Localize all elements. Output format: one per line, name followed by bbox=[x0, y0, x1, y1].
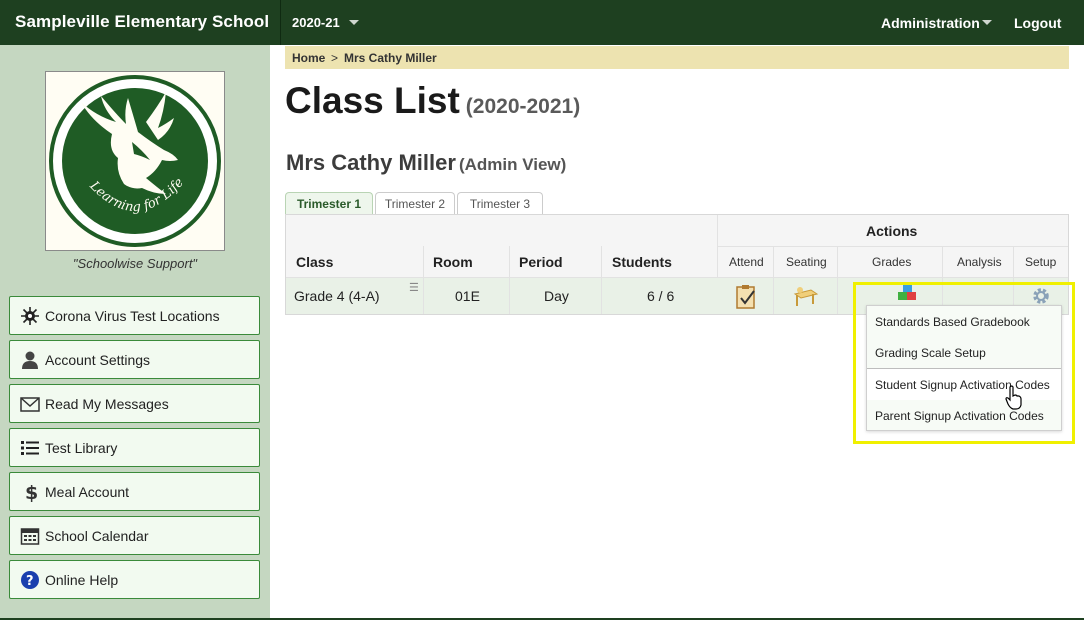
sidebar-item-label: Test Library bbox=[45, 440, 118, 456]
column-header-room[interactable]: Room bbox=[433, 254, 473, 270]
envelope-icon bbox=[20, 394, 40, 414]
virus-icon bbox=[20, 306, 40, 326]
sidebar-item-label: Read My Messages bbox=[45, 396, 169, 412]
tab-trimester-1[interactable]: Trimester 1 bbox=[285, 192, 373, 215]
sidebar-item-test-library[interactable]: Test Library bbox=[9, 428, 260, 467]
list-icon bbox=[20, 438, 40, 458]
hand-cursor-icon bbox=[1005, 385, 1023, 416]
students-value: 6 / 6 bbox=[647, 288, 675, 304]
breadcrumb-separator: > bbox=[331, 51, 339, 65]
attendance-clipboard-icon[interactable] bbox=[734, 284, 758, 315]
drag-handle-icon[interactable]: ☰ bbox=[409, 281, 419, 294]
school-year-selector[interactable]: 2020-21 bbox=[292, 15, 340, 30]
setup-dropdown-menu: Standards Based Gradebook Grading Scale … bbox=[866, 305, 1062, 431]
sidebar-item-account-settings[interactable]: Account Settings bbox=[9, 340, 260, 379]
dollar-icon: $ bbox=[20, 482, 40, 504]
divider bbox=[423, 246, 424, 314]
svg-text:$: $ bbox=[25, 482, 38, 502]
breadcrumb-current: Mrs Cathy Miller bbox=[344, 51, 437, 65]
sidebar-item-messages[interactable]: Read My Messages bbox=[9, 384, 260, 423]
period-value: Day bbox=[544, 288, 569, 304]
administration-menu[interactable]: Administration bbox=[881, 15, 980, 31]
menu-item-standards-gradebook[interactable]: Standards Based Gradebook bbox=[867, 306, 1061, 337]
eagle-logo-icon: Learning for Life bbox=[49, 75, 221, 247]
divider bbox=[773, 246, 774, 314]
column-header-grades: Grades bbox=[872, 255, 912, 269]
school-logo: Learning for Life bbox=[45, 71, 225, 251]
footer-line bbox=[0, 618, 1084, 627]
sidebar-item-meal-account[interactable]: $ Meal Account bbox=[9, 472, 260, 511]
menu-item-parent-signup-codes[interactable]: Parent Signup Activation Codes bbox=[867, 400, 1061, 431]
sidebar-item-label: School Calendar bbox=[45, 528, 149, 544]
svg-text:?: ? bbox=[26, 574, 34, 589]
breadcrumb-home[interactable]: Home bbox=[292, 51, 325, 65]
divider bbox=[286, 277, 1068, 278]
chevron-down-icon[interactable] bbox=[982, 20, 992, 25]
page-title-text: Class List bbox=[285, 80, 460, 121]
school-name[interactable]: Sampleville Elementary School bbox=[15, 12, 269, 32]
class-name[interactable]: Grade 4 (4-A) bbox=[294, 288, 380, 304]
sidebar-item-label: Corona Virus Test Locations bbox=[45, 308, 220, 324]
sidebar-item-corona-virus[interactable]: Corona Virus Test Locations bbox=[9, 296, 260, 335]
divider bbox=[717, 215, 718, 278]
divider bbox=[837, 246, 838, 314]
logout-link[interactable]: Logout bbox=[1014, 15, 1061, 31]
divider bbox=[509, 246, 510, 314]
sidebar: Learning for Life "Schoolwise Support" C… bbox=[0, 45, 270, 618]
divider bbox=[601, 246, 602, 314]
room-value: 01E bbox=[455, 288, 480, 304]
sidebar-item-online-help[interactable]: ? Online Help bbox=[9, 560, 260, 599]
user-icon bbox=[20, 350, 40, 370]
actions-header: Actions bbox=[866, 223, 918, 239]
menu-item-student-signup-codes[interactable]: Student Signup Activation Codes bbox=[867, 369, 1061, 400]
sidebar-item-label: Meal Account bbox=[45, 484, 130, 500]
top-navbar: Sampleville Elementary School 2020-21 Ad… bbox=[0, 0, 1084, 45]
calendar-icon bbox=[20, 526, 40, 546]
help-icon: ? bbox=[20, 570, 40, 590]
chevron-down-icon[interactable] bbox=[349, 20, 359, 25]
teacher-heading: Mrs Cathy Miller (Admin View) bbox=[286, 150, 566, 176]
navbar-divider bbox=[280, 0, 281, 45]
tab-trimester-2[interactable]: Trimester 2 bbox=[375, 192, 455, 215]
column-header-period[interactable]: Period bbox=[519, 254, 563, 270]
menu-item-grading-scale[interactable]: Grading Scale Setup bbox=[867, 337, 1061, 368]
column-header-students[interactable]: Students bbox=[612, 254, 672, 270]
teacher-name: Mrs Cathy Miller bbox=[286, 150, 456, 175]
column-header-analysis: Analysis bbox=[957, 255, 1002, 269]
sidebar-item-label: Online Help bbox=[45, 572, 119, 588]
sidebar-item-school-calendar[interactable]: School Calendar bbox=[9, 516, 260, 555]
sidebar-item-label: Account Settings bbox=[45, 352, 151, 368]
page-title-year: (2020-2021) bbox=[465, 95, 581, 118]
divider bbox=[717, 246, 1068, 247]
column-header-class[interactable]: Class bbox=[296, 254, 333, 270]
column-header-setup: Setup bbox=[1025, 255, 1057, 269]
page-title: Class List (2020-2021) bbox=[285, 80, 580, 122]
tab-trimester-3[interactable]: Trimester 3 bbox=[457, 192, 543, 215]
view-mode: (Admin View) bbox=[458, 155, 567, 174]
seating-desk-icon[interactable] bbox=[791, 284, 819, 315]
breadcrumb: Home > Mrs Cathy Miller bbox=[285, 46, 1069, 69]
column-header-seating: Seating bbox=[786, 255, 827, 269]
logo-caption: "Schoolwise Support" bbox=[72, 256, 198, 271]
column-header-attend: Attend bbox=[729, 255, 764, 269]
